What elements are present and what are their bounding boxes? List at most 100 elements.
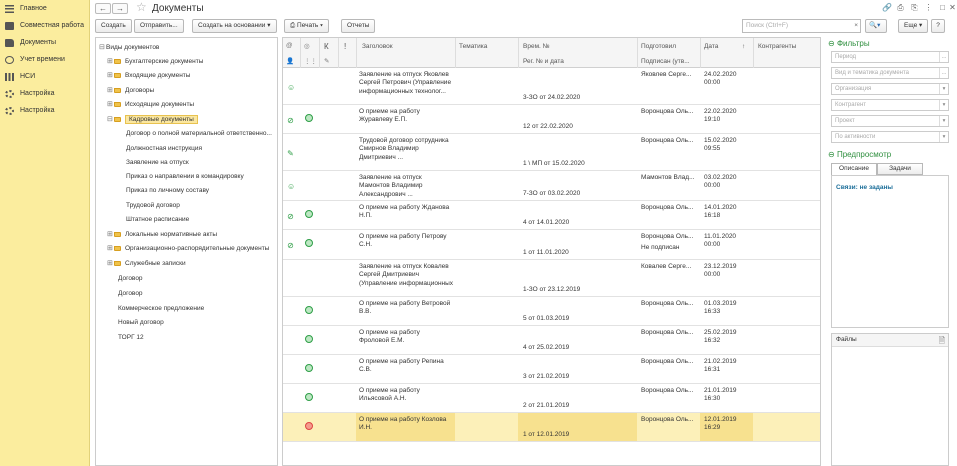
dropdown-icon[interactable]: ▾ xyxy=(939,116,948,126)
doc-title: О приеме на работу Козлова И.Н. xyxy=(359,416,447,432)
tree-item[interactable]: Приказ о направлении в командировку xyxy=(126,170,244,184)
attach-column-icon[interactable]: @ xyxy=(286,42,293,49)
link-icon[interactable]: 🔗 xyxy=(882,3,892,12)
filter-field[interactable]: Вид и тематика документа… xyxy=(831,67,949,79)
filter-field[interactable]: Контрагент ▾ xyxy=(831,99,949,111)
table-row[interactable]: ⊘ О приеме на работу Жданова Н.П. 4 от 14.… xyxy=(283,201,820,230)
print-icon[interactable]: ⎙ xyxy=(896,3,905,12)
tree-expand-icon[interactable]: ⊞ xyxy=(107,84,114,98)
back-button[interactable]: ← xyxy=(95,3,111,14)
table-row[interactable]: О приеме на работу Ильясовой А.Н. 2 от 21… xyxy=(283,384,820,413)
tree-item[interactable]: ⊞ Служебные записки xyxy=(107,257,186,271)
signed-column[interactable]: Подписан (утв... xyxy=(641,58,690,65)
favorite-star-icon[interactable]: ☆ xyxy=(136,0,147,14)
menu-icon[interactable]: ⋮ xyxy=(924,3,933,12)
dropdown-icon[interactable]: ▾ xyxy=(939,100,948,110)
choose-icon[interactable]: … xyxy=(939,68,948,78)
tab-description[interactable]: Описание xyxy=(831,163,877,175)
tree-item[interactable]: Штатное расписание xyxy=(126,213,189,227)
tree-expand-icon[interactable]: ⊞ xyxy=(107,228,114,242)
search-button[interactable]: 🔍▾ xyxy=(865,19,887,33)
topic-column[interactable]: Тематика xyxy=(459,43,487,50)
maximize-icon[interactable]: □ xyxy=(938,3,947,12)
tree-item[interactable]: Договор xyxy=(118,272,143,286)
tree-item[interactable]: ⊞ Договоры xyxy=(107,84,154,98)
k-column[interactable]: К xyxy=(324,42,329,51)
nav-item-3[interactable]: Учет времени xyxy=(0,51,89,68)
forward-button[interactable]: → xyxy=(112,3,128,14)
nav-item-6[interactable]: Настройка xyxy=(0,102,89,119)
send-button[interactable]: Отправить... xyxy=(134,19,184,33)
doc-title: Заявление на отпуск Ковалев Сергей Дмитр… xyxy=(359,263,454,287)
table-row[interactable]: ☺ Заявление на отпуск Яковлев Сергей Петр… xyxy=(283,68,820,105)
tree-item[interactable]: Приказ по личному составу xyxy=(126,184,209,198)
table-row[interactable]: ⊘ О приеме на работу Журавлеву Е.П. 12 от … xyxy=(283,105,820,134)
nav-item-4[interactable]: НСИ xyxy=(0,68,89,85)
tree-item[interactable]: Договор xyxy=(118,287,143,301)
create-based-button[interactable]: Создать на основании ▾ xyxy=(192,19,277,33)
table-row[interactable]: ☺ Заявление на отпуск Мамонтов Владимир А… xyxy=(283,171,820,201)
tree-item[interactable]: Заявление на отпуск xyxy=(126,156,189,170)
close-icon[interactable]: ✕ xyxy=(948,3,957,12)
create-button[interactable]: Создать xyxy=(95,19,132,33)
table-row[interactable]: О приеме на работу Козлова И.Н. 1 от 12.0… xyxy=(283,413,820,442)
filter-field[interactable]: Период… xyxy=(831,51,949,63)
more-button[interactable]: Еще ▾ xyxy=(898,19,929,33)
tree-item[interactable]: Новый договор xyxy=(118,316,164,330)
table-row[interactable]: О приеме на работу Ветровой В.В. 5 от 01.… xyxy=(283,297,820,326)
filter-field[interactable]: Организация ▾ xyxy=(831,83,949,95)
prepared-column[interactable]: Подготовил xyxy=(641,43,676,50)
choose-icon[interactable]: … xyxy=(939,52,948,62)
search-input[interactable]: Поиск (Ctrl+F) × xyxy=(742,19,861,33)
tree-expand-icon[interactable]: ⊟ xyxy=(99,41,106,55)
table-row[interactable]: ⊘ О приеме на работу Петрову С.Н. 1 от 11.… xyxy=(283,230,820,260)
nav-item-0[interactable]: Главное xyxy=(0,0,89,17)
tree-item[interactable]: Трудовой договор xyxy=(126,199,180,213)
tree-expand-icon[interactable]: ⊞ xyxy=(107,69,114,83)
tree-expand-icon[interactable]: ⊞ xyxy=(107,98,114,112)
table-row[interactable]: ✎ Трудовой договор сотрудника Смирнов Вла… xyxy=(283,134,820,171)
filter-field[interactable]: По активности ▾ xyxy=(831,131,949,143)
tree-expand-icon[interactable]: ⊞ xyxy=(107,55,114,69)
date-column[interactable]: Дата xyxy=(704,43,718,50)
title-column[interactable]: Заголовок xyxy=(362,43,393,50)
contractors-column[interactable]: Контрагенты xyxy=(758,43,796,50)
dropdown-icon[interactable]: ▾ xyxy=(939,84,948,94)
tree-item[interactable]: ⊞ Организационно-распорядительные докумен… xyxy=(107,242,269,256)
filters-header[interactable]: ⊖ Фильтры xyxy=(828,39,870,48)
tree-item[interactable]: ⊟ Кадровые документы xyxy=(107,113,198,127)
status-column-icon[interactable]: ◎ xyxy=(304,42,310,50)
tree-item[interactable]: Коммерческое предложение xyxy=(118,302,204,316)
reg-number-column[interactable]: Рег. № и дата xyxy=(523,58,564,65)
reports-button[interactable]: Отчеты xyxy=(341,19,376,33)
table-row[interactable]: О приеме на работу Репина С.В. 3 от 21.02… xyxy=(283,355,820,384)
tree-item[interactable]: ⊞ Бухгалтерские документы xyxy=(107,55,203,69)
tree-item[interactable]: ⊞ Локальные нормативные акты xyxy=(107,228,217,242)
attach-icon[interactable]: ⎘ xyxy=(910,3,919,12)
print-button[interactable]: ⎙ Печать ▾ xyxy=(284,19,329,33)
dropdown-icon[interactable]: ▾ xyxy=(939,132,948,142)
temp-number-column[interactable]: Врем. № xyxy=(523,43,550,50)
tree-expand-icon[interactable]: ⊞ xyxy=(107,242,114,256)
sort-arrow-icon[interactable]: ↑ xyxy=(742,43,745,50)
tree-item[interactable]: ⊟Виды документов xyxy=(99,41,159,55)
nav-item-2[interactable]: Документы xyxy=(0,34,89,51)
search-clear-icon[interactable]: × xyxy=(854,20,858,32)
tree-item[interactable]: ⊞ Входящие документы xyxy=(107,69,190,83)
add-file-icon[interactable]: 🗎 xyxy=(939,335,945,349)
tab-tasks[interactable]: Задачи xyxy=(877,163,923,175)
nav-item-1[interactable]: Совместная работа xyxy=(0,17,89,34)
table-row[interactable]: О приеме на работу Фроловой Е.М. 4 от 25.… xyxy=(283,326,820,355)
tree-item[interactable]: Должностная инструкция xyxy=(126,142,202,156)
tree-expand-icon[interactable]: ⊞ xyxy=(107,257,114,271)
important-column[interactable]: ! xyxy=(344,42,346,51)
tree-item[interactable]: Договор о полной материальной ответствен… xyxy=(126,127,272,141)
tree-item[interactable]: ТОРГ 12 xyxy=(118,331,144,345)
tree-expand-icon[interactable]: ⊟ xyxy=(107,113,114,127)
filter-field[interactable]: Проект ▾ xyxy=(831,115,949,127)
preview-header[interactable]: ⊖ Предпросмотр xyxy=(828,150,891,159)
table-row[interactable]: Заявление на отпуск Ковалев Сергей Дмитр… xyxy=(283,260,820,297)
tree-item[interactable]: ⊞ Исходящие документы xyxy=(107,98,194,112)
help-button[interactable]: ? xyxy=(931,19,945,33)
nav-item-5[interactable]: Настройка xyxy=(0,85,89,102)
